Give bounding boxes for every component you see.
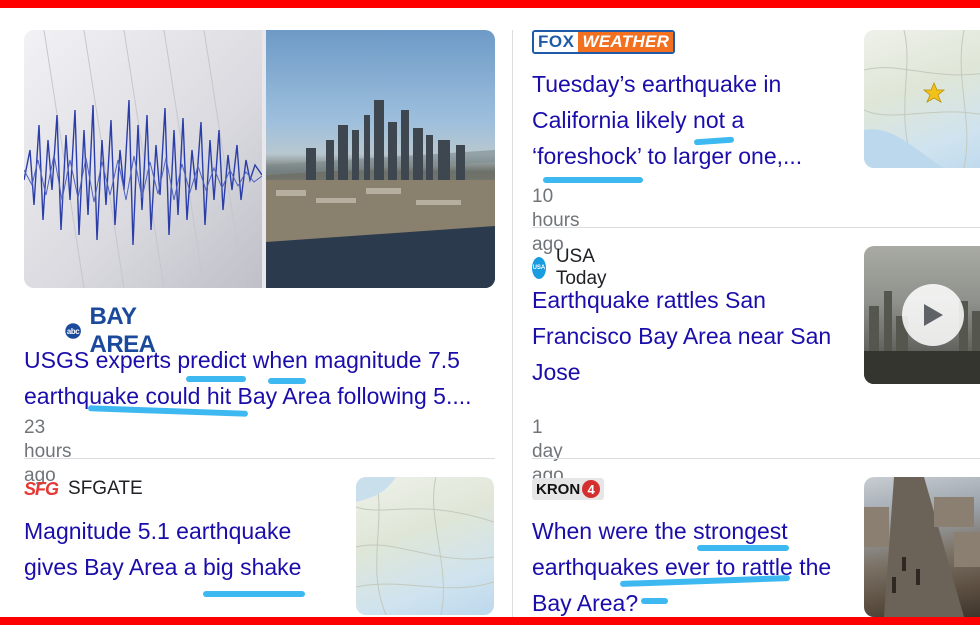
annotation-underline — [641, 598, 668, 604]
sfg-logo: SFG — [24, 478, 59, 499]
headline-line: Francisco Bay Area near San — [532, 323, 832, 349]
headline-line: When were the strongest — [532, 518, 788, 544]
fox-weather-logo: FOX WEATHER — [532, 30, 676, 54]
headline-line: Earthquake rattles San — [532, 287, 766, 313]
article-image-map[interactable] — [356, 477, 494, 615]
bottom-red-border — [0, 617, 980, 625]
headline-line: USGS experts predict when magnitude 7.5 — [24, 347, 460, 373]
epicenter-star-icon — [922, 81, 946, 103]
annotation-underline — [203, 591, 305, 597]
source-row-sfgate: SFG SFGATE — [24, 478, 143, 500]
source-row-fox-weather: FOX WEATHER — [532, 30, 676, 54]
annotation-underline — [268, 378, 306, 384]
play-icon — [924, 304, 943, 326]
headline-kron4[interactable]: When were the strongest earthquakes ever… — [532, 513, 862, 621]
article-image-seismograph-city[interactable] — [24, 30, 495, 288]
kron4-logo: KRON 4 — [532, 478, 605, 500]
annotation-underline — [543, 177, 643, 183]
headline-line: gives Bay Area a big shake — [24, 554, 302, 580]
article-image-damaged-street[interactable] — [864, 477, 980, 617]
abc7-mark-icon: abc — [65, 323, 81, 339]
headline-line: Tuesday’s earthquake in — [532, 71, 782, 97]
usa-today-logo: USA — [532, 257, 546, 279]
svg-text:abc: abc — [67, 327, 80, 336]
headline-usa-today[interactable]: Earthquake rattles San Francisco Bay Are… — [532, 282, 852, 390]
headline-line: Magnitude 5.1 earthquake — [24, 518, 292, 544]
row-divider — [24, 458, 495, 459]
top-red-border — [0, 0, 980, 8]
headline-line: ‘foreshock’ to larger one,... — [532, 143, 803, 169]
row-divider — [532, 458, 980, 459]
column-divider — [512, 30, 513, 617]
headline-abc7[interactable]: USGS experts predict when magnitude 7.5 … — [24, 342, 504, 414]
annotation-underline — [697, 545, 789, 551]
article-image-epicenter-map[interactable] — [864, 30, 980, 168]
source-row-kron4: KRON 4 — [532, 478, 605, 500]
headline-sfgate[interactable]: Magnitude 5.1 earthquake gives Bay Area … — [24, 513, 344, 585]
headline-line: Bay Area? — [532, 590, 639, 616]
headline-fox-weather[interactable]: Tuesday’s earthquake in California likel… — [532, 66, 852, 174]
headline-line: Jose — [532, 359, 581, 385]
headline-line: California likely not a — [532, 107, 745, 133]
article-video-thumbnail[interactable] — [864, 246, 980, 384]
source-name-sfgate: SFGATE — [68, 478, 143, 499]
play-button[interactable] — [902, 284, 964, 346]
row-divider — [532, 227, 980, 228]
annotation-underline — [186, 376, 246, 382]
city-skyline-image — [266, 30, 495, 288]
seismograph-image — [24, 30, 263, 288]
